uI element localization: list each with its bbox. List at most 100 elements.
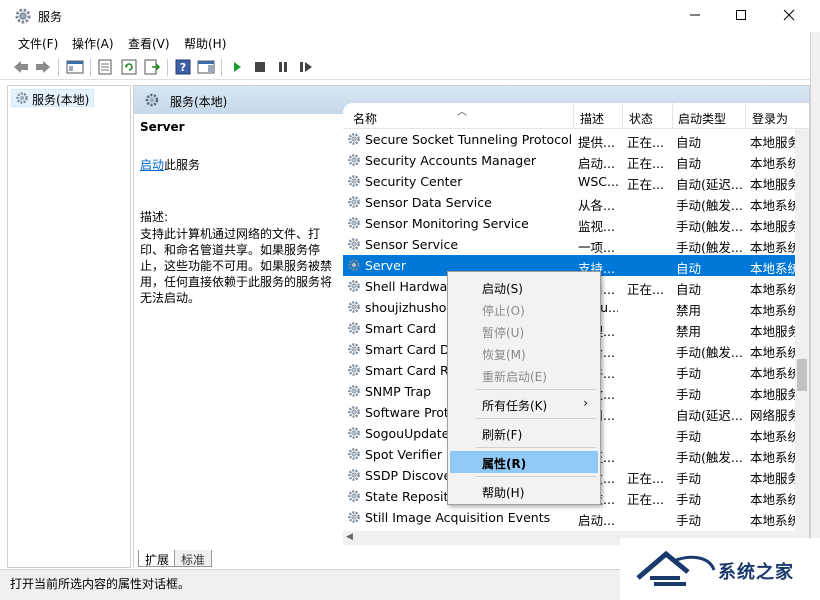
close-button[interactable] <box>766 0 812 30</box>
menu-help[interactable]: 帮助(H) <box>184 35 226 52</box>
service-log-on-as: 网络服务 <box>750 408 795 423</box>
menu-item-refresh[interactable]: 刷新(F) <box>450 422 598 444</box>
service-log-on-as: 本地服务 <box>750 471 795 486</box>
minimize-button[interactable] <box>672 0 718 30</box>
service-status: 正在... <box>627 135 664 150</box>
menu-separator <box>476 389 596 390</box>
export-list-icon[interactable] <box>143 58 161 76</box>
table-row[interactable]: Security Center WSC... 正在... 自动(延迟... 本地服务 <box>343 171 795 192</box>
table-row[interactable]: Sensor Data Service 从各... 手动(触发... 本地系统 <box>343 192 795 213</box>
service-log-on-as: 本地系统 <box>750 450 795 465</box>
column-divider[interactable] <box>745 103 746 129</box>
toolbar-separator <box>58 59 59 76</box>
service-startup-type: 手动(触发... <box>676 450 742 465</box>
service-startup-type: 手动 <box>676 366 702 381</box>
service-startup-type: 自动 <box>676 156 702 171</box>
vertical-scrollbar[interactable] <box>795 129 809 547</box>
service-log-on-as: 本地系统 <box>750 303 795 318</box>
refresh-icon[interactable] <box>120 58 138 76</box>
service-gear-icon <box>347 279 361 296</box>
menu-view[interactable]: 查看(V) <box>128 35 170 52</box>
column-header-name[interactable]: 名称 <box>353 110 377 127</box>
menu-item-start[interactable]: 启动(S) <box>450 276 598 298</box>
service-gear-icon <box>347 468 361 485</box>
service-gear-icon <box>347 342 361 359</box>
service-log-on-as: 本地服务 <box>750 324 795 339</box>
service-log-on-as: 本地系统 <box>750 156 795 171</box>
menu-action[interactable]: 操作(A) <box>72 35 114 52</box>
description-label: 描述: <box>140 210 169 224</box>
service-startup-type: 禁用 <box>676 324 702 339</box>
menu-file[interactable]: 文件(F) <box>18 35 58 52</box>
scroll-left-icon[interactable]: ◀ <box>346 532 353 542</box>
site-watermark: 系统之家 <box>620 538 820 600</box>
menu-item-stop: 停止(O) <box>482 304 525 318</box>
column-divider[interactable] <box>573 103 574 129</box>
table-row[interactable]: Sensor Service 一项... 手动(触发... 本地系统 <box>343 234 795 255</box>
menu-item-help[interactable]: 帮助(H) <box>450 480 598 502</box>
start-service-link[interactable]: 启动 <box>140 158 164 172</box>
table-row[interactable]: Secure Socket Tunneling Protocol... 提供...… <box>343 129 795 150</box>
column-header-status[interactable]: 状态 <box>629 110 653 127</box>
service-gear-icon <box>347 363 361 380</box>
services-gear-icon <box>14 7 32 25</box>
column-divider[interactable] <box>672 103 673 129</box>
column-header-description[interactable]: 描述 <box>580 110 604 127</box>
properties-sheet-icon[interactable] <box>96 58 114 76</box>
service-name: Sensor Service <box>365 237 459 252</box>
window-title: 服务 <box>38 10 63 24</box>
help-icon[interactable]: ? <box>174 58 192 76</box>
description-text: 支持此计算机通过网络的文件、打印、和命名管道共享。如果服务停止，这些功能不可用。… <box>140 227 333 305</box>
service-gear-icon <box>347 195 361 212</box>
menu-item-all-tasks[interactable]: 所有任务(K) › <box>450 393 598 415</box>
scrollbar-thumb[interactable] <box>797 359 807 391</box>
service-log-on-as: 本地系统 <box>750 513 795 528</box>
restart-service-icon[interactable] <box>297 58 315 76</box>
service-startup-type: 禁用 <box>676 303 702 318</box>
service-startup-type: 手动(触发... <box>676 345 742 360</box>
column-divider[interactable] <box>622 103 623 129</box>
service-log-on-as: 本地服务 <box>750 219 795 234</box>
svg-text:?: ? <box>180 61 186 74</box>
services-gear-icon <box>144 92 160 111</box>
table-row[interactable]: Sensor Monitoring Service 监视... 手动(触发... 本地… <box>343 213 795 234</box>
column-header-log-on-as[interactable]: 登录为 <box>752 110 788 127</box>
service-status: 正在... <box>627 471 664 486</box>
service-startup-type: 手动(触发... <box>676 198 742 213</box>
tab-standard[interactable]: 标准 <box>174 550 213 567</box>
column-header-startup-type[interactable]: 启动类型 <box>678 110 726 127</box>
service-name: Still Image Acquisition Events <box>365 510 551 525</box>
pause-service-icon[interactable] <box>274 58 292 76</box>
tree-item-services-local[interactable]: 服务(本地) <box>11 89 95 107</box>
service-name: Sensor Data Service <box>365 195 492 210</box>
menu-item-properties[interactable]: 属性(R) <box>450 451 598 473</box>
table-row[interactable]: Still Image Acquisition Events 启动... 手动 本地系… <box>343 507 795 528</box>
toolbar: ? <box>0 55 810 80</box>
service-log-on-as: 本地服务 <box>750 135 795 150</box>
status-text: 打开当前所选内容的属性对话框。 <box>10 577 191 591</box>
console-tree-icon[interactable] <box>66 58 84 76</box>
service-description: WSC... <box>578 174 618 189</box>
service-gear-icon <box>347 321 361 338</box>
start-service-icon[interactable] <box>228 58 246 76</box>
service-gear-icon <box>347 174 361 191</box>
service-startup-type: 自动 <box>676 135 702 150</box>
table-row[interactable]: Security Accounts Manager 启动... 正在... 自动 本地系… <box>343 150 795 171</box>
service-gear-icon <box>347 405 361 422</box>
list-header: ︿ 名称 描述 状态 启动类型 登录为 <box>343 103 809 129</box>
service-description: 启动... <box>578 513 615 528</box>
forward-arrow-icon[interactable] <box>34 58 52 76</box>
action-pane-icon[interactable] <box>197 58 215 76</box>
service-gear-icon <box>347 300 361 317</box>
title-bar: 服务 <box>0 0 820 32</box>
service-gear-icon <box>347 216 361 233</box>
maximize-button[interactable] <box>718 0 764 30</box>
service-gear-icon <box>347 132 361 149</box>
service-log-on-as: 本地系统 <box>750 366 795 381</box>
stop-service-icon[interactable] <box>251 58 269 76</box>
service-status: 正在... <box>627 156 664 171</box>
service-log-on-as: 本地服务 <box>750 177 795 192</box>
tab-extended[interactable]: 扩展 <box>138 550 177 567</box>
back-arrow-icon[interactable] <box>12 58 30 76</box>
service-log-on-as: 本地系统 <box>750 345 795 360</box>
